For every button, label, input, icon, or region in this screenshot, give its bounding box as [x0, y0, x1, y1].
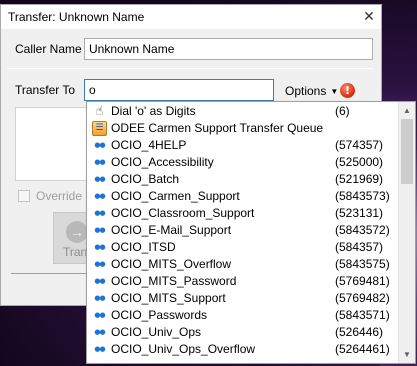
people-icon: ●●: [94, 328, 105, 336]
list-item-name: OCIO_Carmen_Support: [111, 189, 240, 203]
list-item-name: OCIO_E-Mail_Support: [111, 223, 232, 237]
options-label: Options: [285, 84, 327, 98]
list-item-number: (6): [335, 104, 350, 118]
list-item-number: (5769482): [335, 291, 390, 305]
caller-name-input[interactable]: [84, 38, 373, 60]
vertical-scrollbar[interactable]: ▲ ▼: [398, 102, 415, 363]
people-icon: ●●: [94, 294, 105, 302]
close-button[interactable]: ✕: [358, 6, 380, 26]
list-item[interactable]: ☰ ODEE Carmen Support Transfer Queue: [87, 120, 387, 137]
people-icon: ●●: [94, 209, 105, 217]
list-item-number: (526446): [335, 325, 384, 339]
list-item-number: (5769481): [335, 274, 390, 288]
autocomplete-dropdown: ☝ Dial 'o' as Digits (6) ☰ ODEE Carmen Suppo…: [86, 101, 416, 364]
list-item[interactable]: ●● OCIO_E-Mail_Support (5843572): [87, 222, 390, 239]
list-item[interactable]: ●● OCIO_ITSD (584357): [87, 239, 387, 256]
people-icon: ●●: [94, 277, 105, 285]
window-title: Transfer: Unknown Name: [8, 10, 145, 24]
list-item-name: OCIO_Passwords: [111, 308, 208, 322]
autocomplete-list: ☝ Dial 'o' as Digits (6) ☰ ODEE Carmen Suppo…: [87, 103, 390, 358]
list-item-number: (584357): [335, 240, 384, 254]
transfer-to-label: Transfer To: [15, 83, 76, 97]
people-icon: ●●: [94, 141, 105, 149]
transfer-button[interactable]: → Trans: [53, 212, 89, 264]
warning-icon[interactable]: !: [340, 83, 355, 98]
list-item[interactable]: ●● OCIO_MITS_Overflow (5843575): [87, 256, 390, 273]
people-icon: ●●: [94, 192, 105, 200]
people-icon: ●●: [94, 158, 105, 166]
list-item-name: OCIO_4HELP: [111, 138, 187, 152]
people-icon: ●●: [94, 311, 105, 319]
people-icon: ●●: [94, 243, 105, 251]
list-item-name: Dial 'o' as Digits: [111, 104, 196, 118]
list-item-name: OCIO_MITS_Overflow: [111, 257, 232, 271]
list-item[interactable]: ●● OCIO_Univ_Ops (526446): [87, 324, 387, 341]
list-item[interactable]: ●● OCIO_Univ_Ops_Overflow (5264461): [87, 341, 390, 358]
list-item-number: (5264461): [335, 342, 390, 356]
list-item[interactable]: ☝ Dial 'o' as Digits (6): [87, 103, 387, 120]
list-item[interactable]: ●● OCIO_Accessibility (525000): [87, 154, 387, 171]
list-item-number: (521969): [335, 172, 384, 186]
scroll-thumb[interactable]: [401, 119, 413, 184]
list-item[interactable]: ●● OCIO_Batch (521969): [87, 171, 387, 188]
people-icon: ●●: [94, 260, 105, 268]
people-icon: ●●: [94, 226, 105, 234]
list-item-number: (523131): [335, 206, 384, 220]
list-item[interactable]: ●● OCIO_Passwords (5843571): [87, 307, 390, 324]
list-item-number: (5843571): [335, 308, 390, 322]
list-item-number: (5843573): [335, 189, 390, 203]
list-item-name: OCIO_Accessibility: [111, 155, 214, 169]
list-item-number: (5843575): [335, 257, 390, 271]
list-item-name: OCIO_Univ_Ops: [111, 325, 202, 339]
transfer-icon: →: [66, 221, 88, 243]
list-item[interactable]: ●● OCIO_MITS_Password (5769481): [87, 273, 390, 290]
separator: [7, 68, 373, 69]
list-item-name: OCIO_ITSD: [111, 240, 176, 254]
people-icon: ●●: [94, 345, 105, 353]
title-bar[interactable]: Transfer: Unknown Name ✕: [1, 5, 381, 29]
list-item-name: ODEE Carmen Support Transfer Queue: [111, 121, 324, 135]
list-item[interactable]: ●● OCIO_Classroom_Support (523131): [87, 205, 387, 222]
options-button[interactable]: Options ▼: [285, 84, 338, 98]
override-checkbox[interactable]: [18, 190, 30, 202]
list-item-name: OCIO_Classroom_Support: [111, 206, 255, 220]
list-item-number: (574357): [335, 138, 384, 152]
queue-icon: ☰: [92, 121, 107, 136]
list-item-name: OCIO_MITS_Support: [111, 291, 226, 305]
list-item-name: OCIO_Batch: [111, 172, 180, 186]
chevron-down-icon: ▼: [330, 86, 339, 96]
list-item-number: (5843572): [335, 223, 390, 237]
scroll-up-icon[interactable]: ▲: [399, 102, 415, 119]
separator: [11, 273, 87, 274]
transfer-to-input[interactable]: [84, 79, 274, 101]
list-item[interactable]: ●● OCIO_MITS_Support (5769482): [87, 290, 390, 307]
list-item-name: OCIO_Univ_Ops_Overflow: [111, 342, 256, 356]
list-item-number: (525000): [335, 155, 384, 169]
results-panel: [15, 107, 87, 181]
scroll-down-icon[interactable]: ▼: [399, 346, 415, 363]
list-item[interactable]: ●● OCIO_Carmen_Support (5843573): [87, 188, 390, 205]
list-item[interactable]: ●● OCIO_4HELP (574357): [87, 137, 387, 154]
hand-pointer-icon: ☝: [95, 104, 104, 119]
caller-name-label: Caller Name: [15, 42, 82, 56]
people-icon: ●●: [94, 175, 105, 183]
list-item-name: OCIO_MITS_Password: [111, 274, 237, 288]
